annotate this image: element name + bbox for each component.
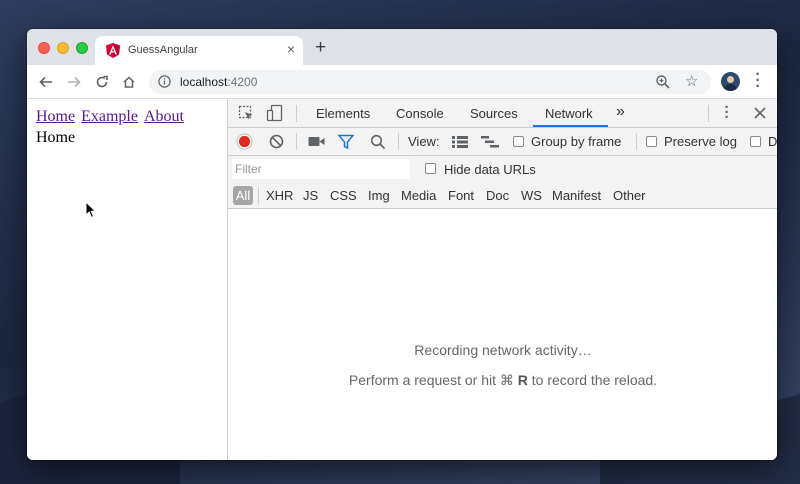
- devtools-menu-icon[interactable]: · · ·: [724, 100, 730, 125]
- toolbar-divider: [296, 105, 297, 122]
- browser-toolbar: localhost:4200 ☆ · · ·: [27, 65, 777, 99]
- reload-hint: Perform a request or hit ⌘ R to record t…: [228, 372, 777, 389]
- devtools-panel: Elements Console Sources Network » · · · V…: [227, 99, 777, 460]
- type-filter-other[interactable]: Other: [613, 188, 646, 203]
- address-bar[interactable]: localhost:4200 ☆: [149, 70, 711, 94]
- nav-link-about[interactable]: About: [144, 108, 184, 125]
- type-filter-js[interactable]: JS: [303, 188, 318, 203]
- record-icon[interactable]: [236, 133, 253, 150]
- disable-cache-label: D: [768, 134, 777, 149]
- toolbar-divider: [296, 133, 297, 150]
- reload-icon: [96, 75, 108, 88]
- toolbar-divider: [708, 105, 709, 122]
- devtools-tabbar: Elements Console Sources Network » · · ·: [228, 99, 777, 128]
- minimize-window-button[interactable]: [57, 42, 69, 54]
- url-host: localhost: [180, 75, 228, 89]
- network-toolbar: View: Group by frame Preserve log D: [228, 128, 777, 156]
- bookmark-star-icon[interactable]: ☆: [685, 72, 698, 90]
- page-nav: Home Example About: [36, 108, 190, 126]
- browser-menu-icon[interactable]: · · ·: [751, 67, 765, 95]
- arrow-right-icon: [68, 76, 81, 88]
- nav-link-example[interactable]: Example: [81, 108, 138, 125]
- page-content: Home: [36, 129, 76, 146]
- hide-data-urls-checkbox[interactable]: [425, 163, 436, 174]
- group-by-frame-checkbox[interactable]: [513, 136, 524, 147]
- recording-message: Recording network activity…: [414, 342, 592, 358]
- type-filter-font[interactable]: Font: [448, 188, 474, 203]
- nav-link-home[interactable]: Home: [36, 108, 75, 125]
- avatar-icon: [724, 76, 737, 91]
- view-label: View:: [408, 134, 440, 149]
- preserve-log-checkbox[interactable]: [646, 136, 657, 147]
- reload-hint-suffix: to record the reload.: [527, 372, 658, 388]
- toolbar-divider: [398, 133, 399, 150]
- type-filter-doc[interactable]: Doc: [486, 188, 509, 203]
- zoom-icon[interactable]: [655, 74, 671, 90]
- toolbar-divider: [636, 133, 637, 150]
- more-tabs-icon[interactable]: »: [616, 103, 625, 121]
- tab-network[interactable]: Network: [545, 106, 593, 121]
- browser-tab[interactable]: GuessAngular ×: [95, 36, 303, 65]
- info-icon[interactable]: [158, 75, 171, 88]
- resource-type-bar: All XHR JS CSS Img Media Font Doc WS Man…: [228, 182, 777, 209]
- tab-elements[interactable]: Elements: [316, 106, 370, 121]
- maximize-window-button[interactable]: [76, 42, 88, 54]
- inspect-element-icon[interactable]: [238, 105, 254, 121]
- arrow-left-icon: [39, 76, 52, 88]
- hide-data-urls-label: Hide data URLs: [444, 162, 536, 177]
- url-text: localhost:4200: [180, 75, 257, 89]
- tab-strip: GuessAngular × +: [27, 29, 777, 65]
- type-filter-ws[interactable]: WS: [521, 188, 542, 203]
- screenshot-camera-icon[interactable]: [308, 136, 325, 147]
- close-devtools-icon[interactable]: [754, 107, 766, 119]
- toolbar-divider: [258, 187, 259, 204]
- group-by-frame-label: Group by frame: [531, 134, 622, 149]
- type-filter-manifest[interactable]: Manifest: [552, 188, 601, 203]
- preserve-log-label: Preserve log: [664, 134, 737, 149]
- device-toolbar-icon[interactable]: [266, 104, 284, 122]
- forward-button[interactable]: [63, 71, 85, 93]
- home-icon: [123, 76, 135, 88]
- waterfall-overview-icon[interactable]: [481, 136, 499, 148]
- tab-title: GuessAngular: [128, 44, 198, 56]
- type-filter-media[interactable]: Media: [401, 188, 436, 203]
- type-filter-xhr[interactable]: XHR: [266, 188, 293, 203]
- tab-console[interactable]: Console: [396, 106, 444, 121]
- filter-input[interactable]: Filter: [232, 159, 410, 179]
- type-filter-img[interactable]: Img: [368, 188, 390, 203]
- disable-cache-checkbox[interactable]: [750, 136, 761, 147]
- tab-sources[interactable]: Sources: [470, 106, 518, 121]
- angular-icon: [106, 43, 120, 58]
- large-rows-icon[interactable]: [452, 136, 468, 148]
- filter-bar: Filter Hide data URLs: [228, 156, 777, 182]
- active-tab-indicator: [533, 125, 608, 127]
- url-port: :4200: [227, 75, 258, 89]
- web-page: Home Example About Home: [27, 99, 227, 460]
- reload-hint-key: R: [517, 372, 528, 388]
- close-window-button[interactable]: [38, 42, 50, 54]
- filter-icon[interactable]: [338, 134, 354, 150]
- home-button[interactable]: [118, 71, 140, 93]
- type-filter-css[interactable]: CSS: [330, 188, 357, 203]
- browser-window: GuessAngular × + localhost:4200 ☆ ···: [27, 29, 777, 460]
- reload-button[interactable]: [91, 71, 113, 93]
- search-icon[interactable]: [370, 134, 386, 150]
- reload-hint-text: Perform a request or hit ⌘: [348, 372, 518, 388]
- type-filter-all[interactable]: All: [233, 186, 253, 205]
- profile-avatar[interactable]: [721, 72, 740, 91]
- mouse-cursor-icon: [85, 201, 97, 219]
- tab-close-icon[interactable]: ×: [287, 42, 295, 56]
- new-tab-button[interactable]: +: [315, 38, 326, 57]
- back-button[interactable]: [35, 71, 57, 93]
- clear-icon[interactable]: [269, 134, 284, 149]
